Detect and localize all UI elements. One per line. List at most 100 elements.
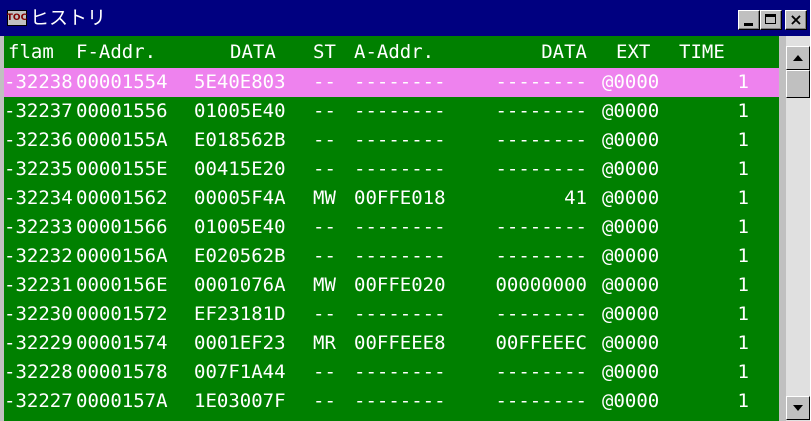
cell-st: -- <box>313 361 336 383</box>
cell-f-addr: 00001574 <box>76 332 168 354</box>
table-row[interactable]: -32237 00001556 01005E40 -- -------- --------… <box>4 97 779 126</box>
table-row[interactable]: -32232 0000156A E020562B -- -------- --------… <box>4 242 779 271</box>
cell-flam: -32233 <box>4 216 73 238</box>
table-row[interactable]: -32235 0000155E 00415E20 -- -------- --------… <box>4 155 779 184</box>
history-list[interactable]: -32238 00001554 5E40E803 -- -------- --------… <box>4 68 779 421</box>
cell-f-addr: 0000157A <box>76 390 168 412</box>
cell-f-addr: 0000156A <box>76 245 168 267</box>
cell-time: 1 <box>737 361 749 383</box>
cell-st: -- <box>313 303 336 325</box>
cell-data: 01005E40 <box>194 100 286 122</box>
cell-st: -- <box>313 390 336 412</box>
cell-time: 1 <box>737 216 749 238</box>
cell-data-2: -------- <box>495 158 587 180</box>
cell-f-addr: 00001556 <box>76 100 168 122</box>
cell-time: 1 <box>737 158 749 180</box>
cell-ext: @0000 <box>602 129 660 151</box>
cell-ext: @0000 <box>602 303 660 325</box>
cell-f-addr: 0000155E <box>76 158 168 180</box>
column-header-data: DATA <box>230 41 276 63</box>
table-row[interactable]: -32231 0000156E 0001076A MW 00FFE020 00000000… <box>4 271 779 300</box>
cell-a-addr: -------- <box>354 303 446 325</box>
cell-data: 00005F4A <box>194 187 286 209</box>
cell-ext: @0000 <box>602 332 660 354</box>
cell-data-2: -------- <box>495 216 587 238</box>
column-header-f-addr: F-Addr. <box>76 41 157 63</box>
cell-data: 1E03007F <box>194 390 286 412</box>
table-row[interactable]: -32236 0000155A E018562B -- -------- --------… <box>4 126 779 155</box>
cell-st: MR <box>313 332 336 354</box>
cell-data: 0001EF23 <box>194 332 286 354</box>
cell-time: 1 <box>737 100 749 122</box>
cell-a-addr: -------- <box>354 216 446 238</box>
vertical-scrollbar[interactable] <box>786 36 810 421</box>
column-header-flam: flam <box>8 41 54 63</box>
app-icon[interactable]: TOC <box>7 10 27 26</box>
cell-a-addr: -------- <box>354 71 446 93</box>
cell-time: 1 <box>737 245 749 267</box>
history-window: TOC ヒストリ × flam F-Addr. DATA ST A-Addr. … <box>0 0 810 421</box>
cell-a-addr: -------- <box>354 390 446 412</box>
maximize-icon <box>765 14 776 24</box>
cell-ext: @0000 <box>602 361 660 383</box>
table-row[interactable]: -32228 00001578 007F1A44 -- -------- --------… <box>4 358 779 387</box>
table-row-selected[interactable]: -32238 00001554 5E40E803 -- -------- --------… <box>4 68 779 97</box>
app-icon-label: TOC <box>6 13 28 23</box>
cell-f-addr: 00001554 <box>76 71 168 93</box>
table-row[interactable]: -32227 0000157A 1E03007F -- -------- --------… <box>4 387 779 416</box>
cell-data: E020562B <box>194 245 286 267</box>
close-button[interactable]: × <box>785 10 807 30</box>
cell-st: -- <box>313 100 336 122</box>
column-header-row: flam F-Addr. DATA ST A-Addr. DATA EXT TI… <box>4 36 779 68</box>
arrow-down-icon <box>793 405 803 411</box>
cell-time: 1 <box>737 274 749 296</box>
cell-flam: -32227 <box>4 390 73 412</box>
cell-flam: -32238 <box>4 71 73 93</box>
table-row[interactable]: -32229 00001574 0001EF23 MR 00FFEEE8 00FFEEEC… <box>4 329 779 358</box>
cell-ext: @0000 <box>602 245 660 267</box>
scroll-up-button[interactable] <box>786 46 810 70</box>
window-title: ヒストリ <box>30 7 107 29</box>
column-header-time: TIME <box>679 41 725 63</box>
maximize-button[interactable] <box>760 10 782 30</box>
cell-data: 5E40E803 <box>194 71 286 93</box>
cell-data: 01005E40 <box>194 216 286 238</box>
cell-a-addr: -------- <box>354 245 446 267</box>
minimize-button[interactable] <box>738 10 760 30</box>
cell-time: 1 <box>737 303 749 325</box>
scroll-down-button[interactable] <box>786 396 810 420</box>
table-row[interactable]: -32234 00001562 00005F4A MW 00FFE018 41 @0000 1 <box>4 184 779 213</box>
cell-data: 007F1A44 <box>194 361 286 383</box>
cell-flam: -32229 <box>4 332 73 354</box>
cell-data-2: 41 <box>564 187 587 209</box>
table-row[interactable]: -32233 00001566 01005E40 -- -------- --------… <box>4 213 779 242</box>
cell-f-addr: 00001566 <box>76 216 168 238</box>
cell-ext: @0000 <box>602 71 660 93</box>
cell-a-addr: 00FFE020 <box>354 274 446 296</box>
cell-data-2: -------- <box>495 361 587 383</box>
cell-data: 00415E20 <box>194 158 286 180</box>
cell-st: -- <box>313 129 336 151</box>
cell-a-addr: -------- <box>354 361 446 383</box>
cell-ext: @0000 <box>602 390 660 412</box>
column-header-ext: EXT <box>616 41 651 63</box>
cell-st: -- <box>313 216 336 238</box>
cell-flam: -32231 <box>4 274 73 296</box>
cell-flam: -32234 <box>4 187 73 209</box>
cell-flam: -32230 <box>4 303 73 325</box>
cell-st: MW <box>313 274 336 296</box>
cell-time: 1 <box>737 332 749 354</box>
cell-st: -- <box>313 158 336 180</box>
minimize-icon <box>744 23 753 26</box>
close-icon: × <box>789 10 803 29</box>
cell-st: MW <box>313 187 336 209</box>
cell-data-2: -------- <box>495 303 587 325</box>
cell-flam: -32236 <box>4 129 73 151</box>
cell-st: -- <box>313 245 336 267</box>
scroll-thumb[interactable] <box>786 70 810 98</box>
cell-data: EF23181D <box>194 303 286 325</box>
cell-ext: @0000 <box>602 158 660 180</box>
column-header-data-2: DATA <box>541 41 587 63</box>
table-row[interactable]: -32230 00001572 EF23181D -- -------- --------… <box>4 300 779 329</box>
title-bar[interactable]: TOC ヒストリ × <box>0 0 810 36</box>
